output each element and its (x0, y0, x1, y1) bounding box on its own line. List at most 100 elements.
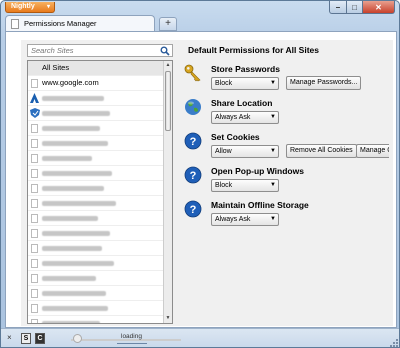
page-icon (31, 124, 38, 133)
search-sites-input[interactable]: Search Sites (27, 44, 173, 57)
chevron-down-icon: ▼ (270, 182, 276, 188)
new-tab-button[interactable]: + (159, 17, 177, 31)
scrollbar-thumb[interactable] (165, 71, 171, 131)
blurred-site-label (42, 170, 112, 176)
list-item-site[interactable] (28, 106, 164, 121)
scroll-up-icon[interactable]: ▲ (164, 61, 172, 70)
page-icon (31, 259, 38, 268)
perm-label: Store Passwords (211, 64, 280, 74)
resize-grip-icon[interactable] (389, 337, 399, 347)
set-cookies-select[interactable]: Allow ▼ (211, 145, 279, 158)
select-value: Block (215, 80, 233, 87)
list-item-site[interactable] (28, 181, 164, 196)
close-icon[interactable]: × (7, 333, 12, 342)
list-item-site[interactable] (28, 211, 164, 226)
perm-label: Share Location (211, 98, 273, 108)
list-item-site[interactable] (28, 136, 164, 151)
browser-window: Nightly ▾ – □ ✕ Permissions Manager + Se… (0, 0, 400, 348)
minimize-button[interactable]: – (329, 1, 347, 14)
app-menu-button[interactable]: Nightly ▾ (5, 2, 55, 13)
status-bar: × S C loading (1, 328, 399, 347)
page-icon (31, 139, 38, 148)
permissions-pane: Search Sites All Sites www.google.com ▲ … (21, 40, 393, 326)
page-icon (11, 19, 19, 29)
list-item-site[interactable] (28, 241, 164, 256)
share-location-select[interactable]: Always Ask ▼ (211, 111, 279, 124)
search-icon (160, 46, 170, 56)
select-value: Always Ask (215, 114, 251, 121)
list-scrollbar[interactable]: ▲ ▼ (163, 61, 172, 323)
shield-icon (30, 108, 40, 118)
blurred-site-label (42, 320, 100, 323)
list-item-label: All Sites (42, 63, 70, 72)
list-item-all-sites[interactable]: All Sites (28, 61, 164, 76)
list-item-site[interactable] (28, 226, 164, 241)
page-icon (31, 244, 38, 253)
list-item-site[interactable] (28, 286, 164, 301)
blurred-site-label (42, 125, 100, 131)
page-icon (31, 79, 38, 88)
scroll-down-icon[interactable]: ▼ (164, 314, 172, 323)
perm-label: Maintain Offline Storage (211, 200, 309, 210)
list-item-site[interactable] (28, 301, 164, 316)
addon-cookie-icon[interactable]: C (35, 333, 45, 344)
help-icon: ? (184, 166, 202, 184)
list-item-site[interactable] (28, 91, 164, 106)
help-icon: ? (184, 132, 202, 150)
blurred-site-label (42, 245, 102, 251)
perm-popups: ? Open Pop-up Windows Block ▼ (184, 166, 389, 196)
maximize-button[interactable]: □ (347, 1, 363, 14)
status-underline (117, 343, 147, 344)
sites-list[interactable]: All Sites www.google.com ▲ ▼ (27, 60, 173, 324)
blurred-site-label (42, 230, 110, 236)
manage-passwords-button[interactable]: Manage Passwords... (286, 76, 362, 90)
blurred-site-label (42, 200, 116, 206)
chevron-down-icon: ▼ (270, 80, 276, 86)
page-icon (31, 199, 38, 208)
tab-title: Permissions Manager (24, 19, 97, 28)
select-value: Allow (215, 148, 232, 155)
svg-text:?: ? (190, 204, 197, 216)
list-item-site[interactable] (28, 316, 164, 323)
blurred-site-label (42, 185, 104, 191)
page-icon (31, 169, 38, 178)
list-item-site[interactable] (28, 256, 164, 271)
remove-all-cookies-button[interactable]: Remove All Cookies (286, 144, 357, 158)
list-item-site[interactable] (28, 271, 164, 286)
offline-storage-select[interactable]: Always Ask ▼ (211, 213, 279, 226)
list-item-site[interactable]: www.google.com (28, 76, 164, 91)
tab-permissions-manager[interactable]: Permissions Manager (5, 15, 155, 32)
list-item-site[interactable] (28, 151, 164, 166)
popups-select[interactable]: Block ▼ (211, 179, 279, 192)
perm-label: Set Cookies (211, 132, 260, 142)
chevron-down-icon: ▼ (270, 216, 276, 222)
app-menu-label: Nightly (11, 3, 35, 10)
perm-set-cookies: ? Set Cookies Allow ▼ Remove All Cookies… (184, 132, 389, 162)
store-passwords-select[interactable]: Block ▼ (211, 77, 279, 90)
site-favicon-icon (30, 93, 39, 103)
svg-text:?: ? (190, 170, 197, 182)
search-placeholder: Search Sites (31, 46, 74, 55)
blurred-site-label (42, 290, 106, 296)
chevron-down-icon: ▾ (46, 4, 50, 10)
list-item-site[interactable] (28, 196, 164, 211)
blurred-site-label (42, 110, 110, 116)
perm-label: Open Pop-up Windows (211, 166, 304, 176)
manage-cookies-button[interactable]: Manage C (356, 144, 389, 158)
key-icon (184, 64, 201, 82)
globe-icon (185, 99, 201, 115)
tab-strip: Permissions Manager + (5, 14, 395, 32)
chevron-down-icon: ▼ (270, 114, 276, 120)
help-icon: ? (184, 200, 202, 218)
perm-store-passwords: Store Passwords Block ▼ Manage Passwords… (184, 64, 389, 94)
select-value: Block (215, 182, 233, 189)
close-window-button[interactable]: ✕ (363, 1, 395, 14)
list-item-site[interactable] (28, 166, 164, 181)
page-content: Search Sites All Sites www.google.com ▲ … (5, 31, 397, 328)
permissions-heading: Default Permissions for All Sites (188, 45, 319, 55)
page-icon (31, 289, 38, 298)
page-icon (31, 154, 38, 163)
list-item-site[interactable] (28, 121, 164, 136)
blurred-site-label (42, 155, 92, 161)
addon-s-icon[interactable]: S (21, 333, 31, 344)
